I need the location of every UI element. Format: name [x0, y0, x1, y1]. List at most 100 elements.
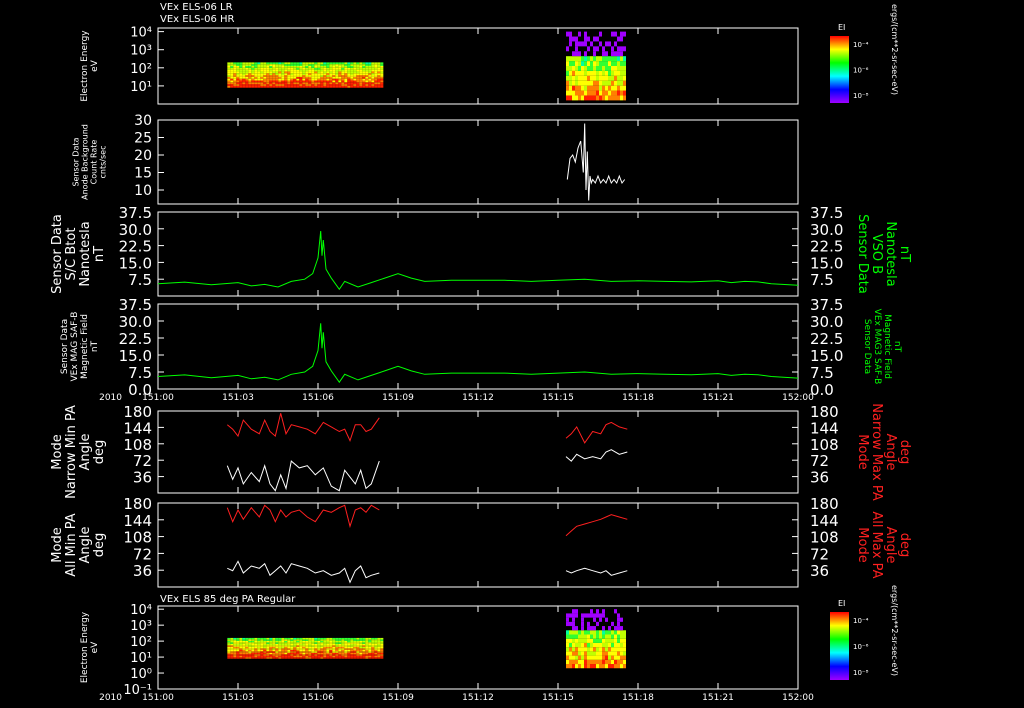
spectrogram-cell — [347, 655, 351, 658]
spectrogram-cell — [287, 73, 291, 76]
spectrogram-cell — [617, 617, 620, 622]
spectrogram-cell — [362, 652, 366, 655]
spectrogram-cell — [344, 85, 348, 88]
y-tick-label-right-5-2: 108 — [810, 529, 839, 547]
spectrogram-cell — [623, 46, 626, 52]
spectrogram-cell — [593, 617, 596, 622]
colorbar-title-0: EI — [838, 23, 845, 32]
spectrogram-cell — [347, 78, 351, 81]
spectrogram-cell — [341, 69, 345, 72]
spectrogram-cell — [263, 62, 267, 65]
spectrogram-cell — [374, 62, 378, 65]
spectrogram-cell — [257, 76, 261, 79]
spectrogram-cell — [296, 651, 300, 653]
spectrogram-cell — [584, 31, 587, 37]
spectrogram-cell — [605, 664, 608, 669]
ylabel-right-3-2: Magnetic Field — [882, 314, 892, 379]
spectrogram-cell — [236, 75, 240, 77]
spectrogram-cell — [305, 75, 309, 77]
spectrogram-cell — [335, 637, 339, 640]
spectrogram-cell — [284, 80, 288, 83]
spectrogram-cell — [230, 80, 234, 83]
spectrogram-cell — [233, 652, 237, 655]
spectrogram-cell — [353, 643, 357, 646]
spectrogram-cell — [362, 646, 366, 649]
spectrogram-cell — [275, 66, 279, 68]
spectrogram-cell — [365, 639, 369, 641]
spectrogram-cell — [329, 67, 333, 70]
x-tick-label-6-5: 151:15 — [542, 693, 574, 703]
spectrogram-cell — [578, 85, 581, 91]
spectrogram-cell — [380, 646, 384, 649]
spectrogram-cell — [236, 657, 240, 659]
spectrogram-cell — [344, 76, 348, 79]
y-tick-label-right-4-1: 144 — [810, 419, 839, 437]
spectrogram-cell — [611, 75, 614, 81]
ylabel-right-3-0: Sensor Data — [862, 319, 872, 374]
spectrogram-cell — [593, 80, 596, 86]
spectrogram-cell — [575, 70, 578, 76]
spectrogram-cell — [275, 71, 279, 74]
spectrogram-cell — [608, 56, 611, 62]
spectrogram-cell — [380, 85, 384, 88]
spectrogram-cell — [317, 82, 321, 85]
spectrogram-cell — [569, 613, 572, 618]
ylabel-1-2: Count Rate — [90, 140, 99, 185]
spectrogram-cell — [608, 75, 611, 81]
spectrogram-cell — [242, 80, 246, 83]
spectrogram-cell — [296, 649, 300, 652]
spectrogram-cell — [287, 646, 291, 649]
spectrogram-cell — [245, 643, 249, 646]
spectrogram-cell — [332, 71, 336, 74]
spectrogram-cell — [239, 76, 243, 79]
spectrogram-cell — [227, 71, 231, 74]
ylabel-right-2-1: VSO B — [869, 234, 884, 274]
spectrogram-cell — [242, 639, 246, 641]
spectrogram-cell — [281, 62, 285, 65]
spectrogram-cell — [332, 69, 336, 72]
spectrogram-cell — [305, 655, 309, 658]
spectrogram-cell — [611, 621, 614, 627]
spectrogram-cell — [620, 664, 623, 669]
spectrogram-cell — [326, 67, 330, 70]
spectrogram-cell — [335, 80, 339, 83]
spectrogram-cell — [260, 75, 264, 77]
spectrogram-cell — [326, 73, 330, 76]
spectrogram-cell — [326, 639, 330, 641]
spectrogram-cell — [248, 75, 252, 77]
y-tick-label-right-3-3: 15.0 — [810, 347, 843, 365]
spectrogram-cell — [257, 646, 261, 649]
spectrogram-cell — [284, 649, 288, 652]
spectrogram-cell — [272, 73, 276, 76]
spectrogram-cell — [269, 62, 273, 65]
spectrogram-cell — [359, 76, 363, 79]
spectrogram-cell — [575, 655, 578, 660]
spectrogram-cell — [320, 62, 324, 65]
spectrogram-cell — [587, 36, 590, 42]
spectrogram-cell — [368, 84, 372, 86]
spectrogram-cell — [338, 85, 342, 88]
spectrogram-cell — [575, 638, 578, 643]
spectrogram-cell — [257, 64, 261, 66]
spectrogram-cell — [581, 66, 584, 71]
y-tick-label-right-3-0: 37.5 — [810, 296, 843, 314]
spectrogram-cell — [299, 64, 303, 66]
spectrogram-cell — [617, 655, 620, 660]
spectrogram-cell — [263, 73, 267, 76]
spectrogram-cell — [305, 85, 309, 88]
spectrogram-cell — [245, 652, 249, 655]
spectrogram-cell — [356, 62, 360, 65]
spectrogram-cell — [353, 64, 357, 66]
spectrogram-cell — [278, 637, 282, 640]
spectrogram-cell — [362, 75, 366, 77]
spectrogram-cell — [368, 78, 372, 81]
spectrogram-cell — [608, 655, 611, 660]
spectrogram-cell — [602, 647, 605, 652]
spectrogram-cell — [257, 637, 261, 640]
spectrogram-cell — [587, 651, 590, 656]
y-tick-label-right-3-1: 30.0 — [810, 313, 843, 331]
spectrogram-cell — [578, 659, 581, 665]
spectrogram-cell — [569, 41, 572, 47]
spectrogram-cell — [371, 637, 375, 640]
spectrogram-cell — [620, 634, 623, 639]
